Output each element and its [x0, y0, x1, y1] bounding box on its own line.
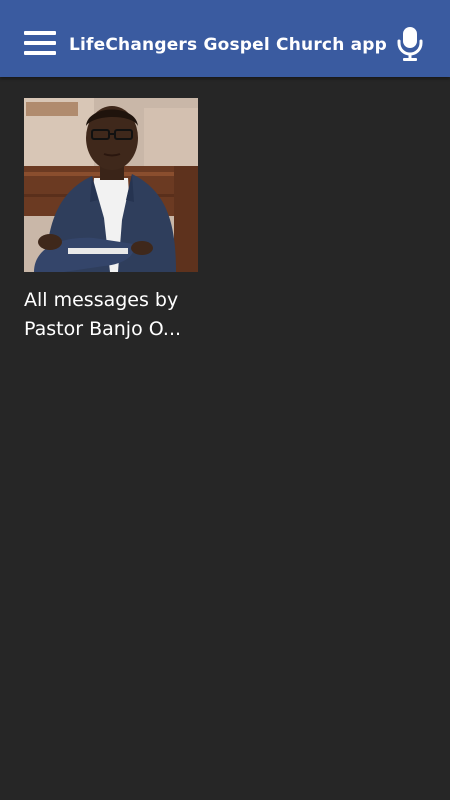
app-screen: LifeChangers Gospel Church app All messa…: [0, 0, 450, 800]
microphone-icon[interactable]: [396, 26, 424, 62]
message-item-title: All messages by Pastor Banjo O...: [24, 289, 182, 340]
message-list-item[interactable]: All messages by Pastor Banjo O...: [24, 98, 198, 344]
app-title: LifeChangers Gospel Church app: [69, 35, 388, 55]
app-bar: LifeChangers Gospel Church app: [0, 0, 450, 77]
pastor-portrait-image: [24, 98, 198, 272]
hamburger-menu-icon[interactable]: [24, 31, 56, 59]
